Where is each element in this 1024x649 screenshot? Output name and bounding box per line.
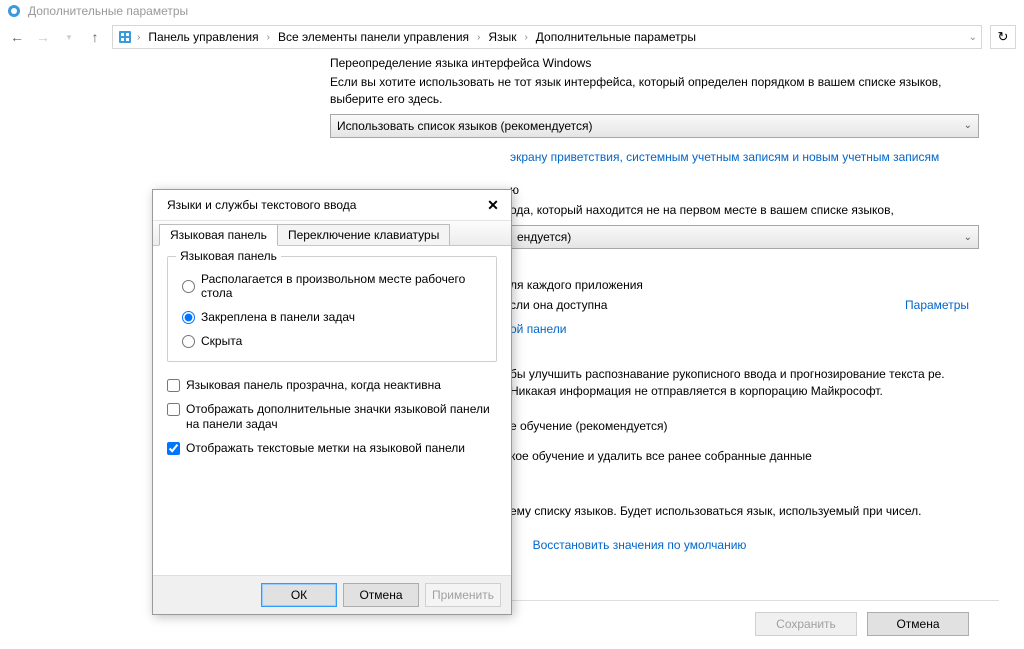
- window-title: Дополнительные параметры: [28, 4, 188, 18]
- radio-docked[interactable]: Закреплена в панели задач: [178, 305, 486, 329]
- tab-keyboard-switch[interactable]: Переключение клавиатуры: [277, 224, 450, 245]
- radio-hidden[interactable]: Скрыта: [178, 329, 486, 353]
- welcome-screen-link[interactable]: экрану приветствия, системным учетным за…: [280, 148, 999, 172]
- app-icon: [6, 3, 22, 19]
- section1-text: Если вы хотите использовать не тот язык …: [280, 72, 999, 114]
- dialog-footer: ОК Отмена Применить: [153, 575, 511, 614]
- chevron-down-icon[interactable]: ⌄: [969, 32, 977, 43]
- chevron-right-icon: ›: [477, 32, 480, 43]
- radio-input[interactable]: [182, 335, 195, 348]
- back-button[interactable]: ←: [8, 28, 26, 46]
- up-button[interactable]: ↑: [86, 28, 104, 46]
- check-extra-icons[interactable]: Отображать дополнительные значки языково…: [167, 398, 497, 437]
- crumb-3[interactable]: Дополнительные параметры: [532, 30, 700, 44]
- dialog-header: Языки и службы текстового ввода ✕: [153, 190, 511, 220]
- override-lang-dropdown[interactable]: Использовать список языков (рекомендуетс…: [330, 114, 979, 138]
- apply-button[interactable]: Применить: [425, 583, 501, 607]
- checkbox-input[interactable]: [167, 403, 180, 416]
- refresh-button[interactable]: ↻: [990, 25, 1016, 49]
- checkbox-input[interactable]: [167, 442, 180, 455]
- options-link[interactable]: Параметры: [905, 298, 969, 312]
- save-button[interactable]: Сохранить: [755, 612, 857, 636]
- breadcrumb[interactable]: › Панель управления › Все элементы панел…: [112, 25, 982, 49]
- checkbox-input[interactable]: [167, 379, 180, 392]
- dialog-title: Языки и службы текстового ввода: [167, 198, 473, 212]
- language-bar-groupbox: Языковая панель Располагается в произвол…: [167, 256, 497, 362]
- forward-button[interactable]: →: [34, 28, 52, 46]
- dialog-body: Языковая панель Располагается в произвол…: [153, 246, 511, 575]
- dropdown-value: Использовать список языков (рекомендуетс…: [337, 119, 593, 133]
- check-text-labels[interactable]: Отображать текстовые метки на языковой п…: [167, 437, 497, 461]
- groupbox-title: Языковая панель: [176, 249, 281, 263]
- crumb-1[interactable]: Все элементы панели управления: [274, 30, 473, 44]
- close-button[interactable]: ✕: [481, 195, 505, 215]
- input-method-dropdown[interactable]: ендуется) ⌄: [510, 225, 979, 249]
- crumb-0[interactable]: Панель управления: [144, 30, 262, 44]
- tab-strip: Языковая панель Переключение клавиатуры: [153, 220, 511, 246]
- chevron-right-icon: ›: [137, 32, 140, 43]
- chevron-down-icon: ⌄: [964, 120, 972, 131]
- section3-text: сли она доступна: [510, 298, 607, 312]
- cancel-button[interactable]: Отмена: [867, 612, 969, 636]
- radio-input[interactable]: [182, 280, 195, 293]
- control-panel-icon: [117, 29, 133, 45]
- language-bar-dialog: Языки и службы текстового ввода ✕ Языков…: [152, 189, 512, 615]
- radio-input[interactable]: [182, 311, 195, 324]
- chevron-right-icon: ›: [524, 32, 527, 43]
- nav-row: ← → ▾ ↑ › Панель управления › Все элемен…: [0, 22, 1024, 52]
- ok-button[interactable]: ОК: [261, 583, 337, 607]
- chevron-right-icon: ›: [267, 32, 270, 43]
- recent-dropdown[interactable]: ▾: [60, 28, 78, 46]
- radio-floating[interactable]: Располагается в произвольном месте рабоч…: [178, 267, 486, 305]
- chevron-down-icon: ⌄: [964, 232, 972, 243]
- section1-heading: Переопределение языка интерфейса Windows: [280, 52, 999, 72]
- dropdown-value: ендуется): [517, 230, 571, 244]
- check-transparent[interactable]: Языковая панель прозрачна, когда неактив…: [167, 374, 497, 398]
- dialog-cancel-button[interactable]: Отмена: [343, 583, 419, 607]
- window-title-bar: Дополнительные параметры: [0, 0, 1024, 22]
- crumb-2[interactable]: Язык: [484, 30, 520, 44]
- tab-language-bar[interactable]: Языковая панель: [159, 224, 278, 246]
